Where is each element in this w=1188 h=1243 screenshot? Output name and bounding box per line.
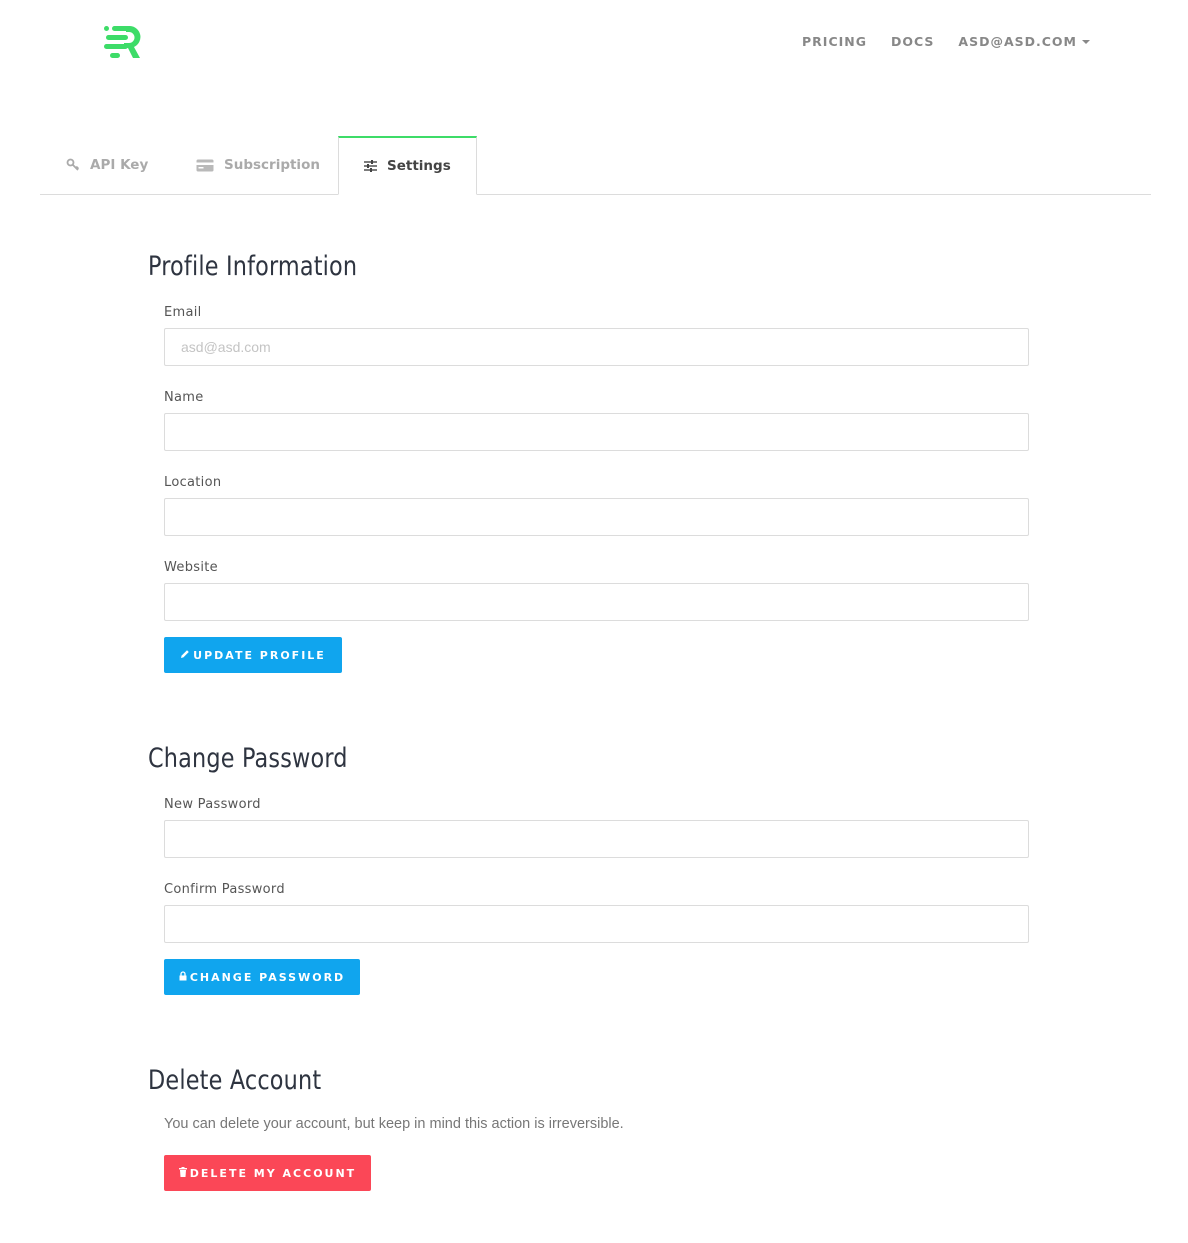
nav-pricing-link[interactable]: PRICING [802, 34, 867, 49]
tab-label: Subscription [224, 157, 320, 173]
key-icon [66, 158, 80, 172]
tab-subscription[interactable]: Subscription [196, 136, 320, 194]
email-label: Email [164, 305, 202, 320]
top-nav-links: PRICING DOCS ASD@ASD.COM [778, 34, 1090, 49]
delete-account-button[interactable]: DELETE MY ACCOUNT [164, 1155, 371, 1191]
change-password-button[interactable]: CHANGE PASSWORD [164, 959, 360, 995]
button-label: DELETE MY ACCOUNT [189, 1166, 357, 1180]
email-field[interactable] [164, 328, 1029, 366]
website-field[interactable] [164, 583, 1029, 621]
password-section-title: Change Password [148, 743, 348, 774]
button-label: UPDATE PROFILE [193, 648, 326, 662]
confirm-password-field[interactable] [164, 905, 1029, 943]
location-field[interactable] [164, 498, 1029, 536]
user-menu-dropdown[interactable]: ASD@ASD.COM [958, 34, 1090, 49]
top-navbar: PRICING DOCS ASD@ASD.COM [0, 0, 1188, 84]
location-label: Location [164, 475, 222, 490]
name-field[interactable] [164, 413, 1029, 451]
nav-docs-link[interactable]: DOCS [891, 34, 934, 49]
user-menu-label: ASD@ASD.COM [958, 34, 1077, 49]
update-profile-button[interactable]: UPDATE PROFILE [164, 637, 342, 673]
new-password-field[interactable] [164, 820, 1029, 858]
delete-warning-text: You can delete your account, but keep in… [164, 1116, 624, 1132]
delete-section-title: Delete Account [148, 1065, 322, 1096]
tab-label: API Key [90, 157, 149, 173]
new-password-label: New Password [164, 797, 261, 812]
caret-down-icon [1082, 39, 1090, 44]
tab-api-key[interactable]: API Key [66, 136, 148, 194]
confirm-password-label: Confirm Password [164, 882, 285, 897]
trash-icon [178, 1166, 187, 1180]
credit-card-icon [196, 159, 214, 172]
account-tabs: API Key Subscription Settings [40, 136, 1151, 195]
tab-settings[interactable]: Settings [338, 136, 477, 195]
profile-section-title: Profile Information [148, 251, 358, 282]
button-label: CHANGE PASSWORD [189, 970, 346, 984]
lock-icon [179, 970, 187, 984]
sliders-icon [364, 160, 377, 172]
website-label: Website [164, 560, 218, 575]
name-label: Name [164, 390, 204, 405]
tab-label: Settings [387, 158, 451, 174]
pencil-icon [180, 649, 190, 662]
brand-logo[interactable] [102, 24, 144, 62]
